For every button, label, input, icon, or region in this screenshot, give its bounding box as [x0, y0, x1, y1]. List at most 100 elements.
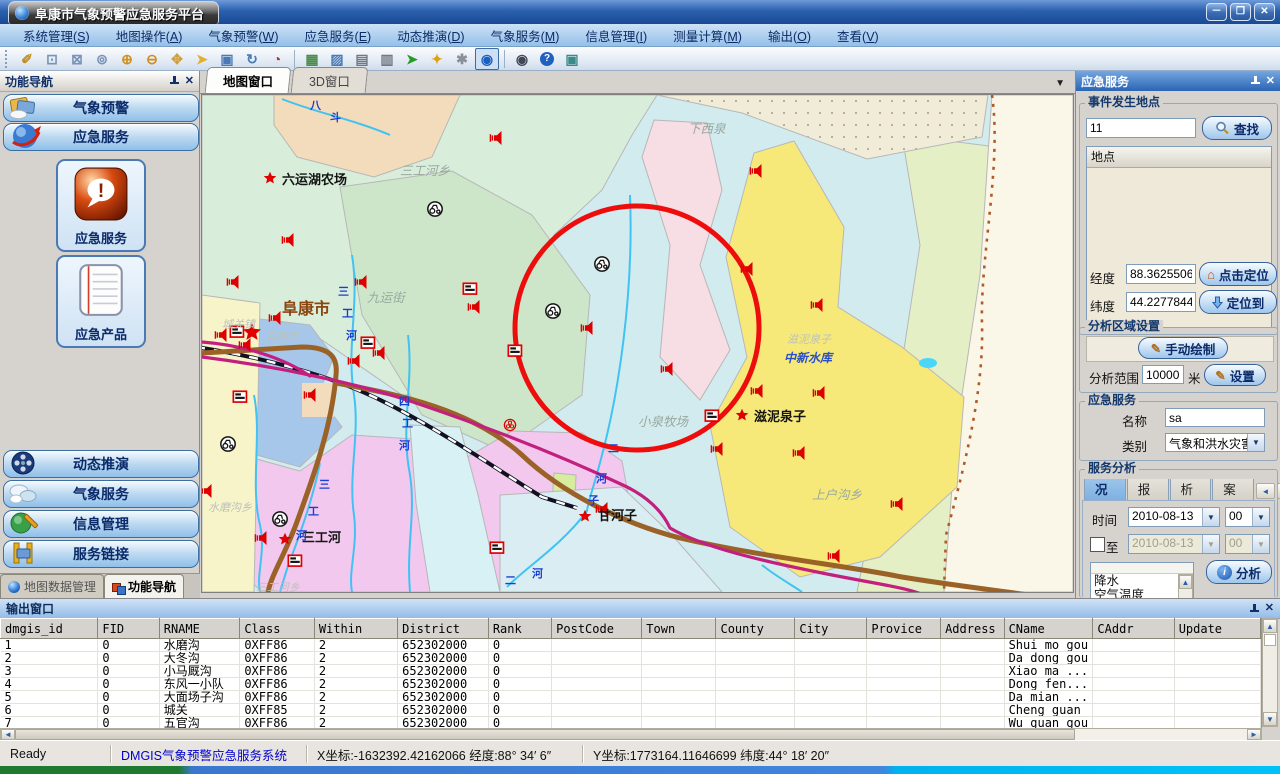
sidebar-item-information-management[interactable]: 信息管理 [3, 510, 199, 538]
select-feature-button[interactable]: ➤ [400, 48, 424, 70]
manual-draw-button[interactable]: ✎ 手动绘制 [1138, 337, 1228, 359]
column-header[interactable]: Address [941, 619, 1005, 639]
close-panel-icon[interactable]: ✕ [185, 76, 194, 87]
to-checkbox[interactable] [1090, 537, 1105, 552]
column-header[interactable]: CName [1004, 619, 1093, 639]
sidebar-item-weather-warning[interactable]: 气象预警 [3, 94, 199, 122]
column-header[interactable]: Rank [488, 619, 551, 639]
column-header[interactable]: City [795, 619, 867, 639]
locate-by-click-button[interactable]: ⌂ 点击定位 [1199, 262, 1277, 286]
place-marker-button[interactable]: ✦ [425, 48, 449, 70]
category-select[interactable]: 气象和洪水灾害 ▼ [1165, 433, 1265, 452]
menu-item[interactable]: 信息管理(I) [572, 24, 660, 47]
analysis-range-input[interactable] [1142, 365, 1184, 384]
scroll-up-icon[interactable]: ▲ [1263, 619, 1277, 633]
to-hour-select[interactable]: 00 ▼ [1225, 534, 1270, 554]
scroll-down-icon[interactable]: ▼ [1263, 712, 1277, 726]
close-panel-icon[interactable]: ✕ [1266, 76, 1275, 87]
help-button[interactable]: ? [535, 48, 559, 70]
table-row[interactable]: 70五官沟0XFF8626523020000Wu guan gou [1, 717, 1261, 729]
menu-item[interactable]: 输出(O) [755, 24, 824, 47]
table-row[interactable]: 40东风一小队0XFF8626523020000Dong fen... [1, 678, 1261, 691]
scroll-left-icon[interactable]: ◄ [1, 729, 15, 740]
menu-item[interactable]: 动态推演(D) [384, 24, 477, 47]
table-row[interactable]: 60城关0XFF8526523020000Cheng guan [1, 704, 1261, 717]
element-list[interactable]: 降水空气温度 ▲ [1090, 562, 1194, 600]
menu-item[interactable]: 地图操作(A) [103, 24, 196, 47]
pin-icon[interactable] [170, 76, 179, 86]
list-scrollbar[interactable]: ▲ [1178, 574, 1193, 600]
menu-item[interactable]: 系统管理(S) [10, 24, 103, 47]
sidebar-item-weather-service[interactable]: 气象服务 [3, 480, 199, 508]
tab-map-data-management[interactable]: 地图数据管理 [0, 574, 104, 598]
globe-tool-button[interactable]: ◉ [475, 48, 499, 70]
dropdown-arrow-icon[interactable]: ▼ [1247, 434, 1264, 451]
pin-icon[interactable] [1250, 604, 1259, 614]
pan-hand-button[interactable]: ✥ [165, 48, 189, 70]
column-header[interactable]: Town [642, 619, 716, 639]
locate-to-button[interactable]: 定位到 [1199, 290, 1277, 314]
service-tab[interactable]: 分析 [1170, 479, 1212, 501]
select-lasso-button[interactable]: ⊠ [65, 48, 89, 70]
output-vertical-scrollbar[interactable]: ▲ ▼ [1262, 618, 1278, 727]
close-panel-icon[interactable]: ✕ [1265, 603, 1274, 614]
hour-select[interactable]: 00 ▼ [1225, 507, 1270, 527]
column-header[interactable]: PostCode [552, 619, 642, 639]
longitude-input[interactable] [1126, 264, 1196, 284]
menu-item[interactable]: 气象预警(W) [195, 24, 291, 47]
scrollbar-thumb[interactable] [15, 729, 1075, 740]
close-button[interactable]: ✕ [1254, 3, 1275, 21]
tab-scroll-left-icon[interactable]: ◄ [1256, 483, 1275, 499]
table-row[interactable]: 10水磨沟0XFF8626523020000Shui mo gou [1, 639, 1261, 652]
set-range-button[interactable]: ✎ 设置 [1204, 364, 1266, 386]
map-window-dropdown-icon[interactable]: ▼ [1055, 78, 1065, 89]
column-header[interactable]: CAddr [1093, 619, 1174, 639]
measure-button[interactable]: ✐ [15, 48, 39, 70]
menu-item[interactable]: 气象服务(M) [478, 24, 573, 47]
event-location-input[interactable] [1086, 118, 1196, 138]
table-row[interactable]: 20大冬沟0XFF8626523020000Da dong gou [1, 652, 1261, 665]
table-row[interactable]: 30小马厩沟0XFF8626523020000Xiao ma ... [1, 665, 1261, 678]
restore-button[interactable]: ❐ [1230, 3, 1251, 21]
shortcut-emergency-service[interactable]: ! 应急服务 [56, 159, 146, 252]
sidebar-item-emergency-service[interactable]: 应急服务 [3, 123, 199, 151]
menu-item[interactable]: 测量计算(M) [660, 24, 755, 47]
scroll-up-icon[interactable]: ▲ [1179, 575, 1192, 589]
select-rect-button[interactable]: ⊡ [40, 48, 64, 70]
column-header[interactable]: dmgis_id [1, 619, 98, 639]
eye-button[interactable]: ◉ [510, 48, 534, 70]
map-canvas[interactable]: 八斗六运湖农场三工河乡下西泉九运街阜康市城关镇阜康市滋泥泉子中新水库滋泥泉子小泉… [201, 94, 1074, 593]
sidebar-item-dynamic-deduction[interactable]: 动态推演 [3, 450, 199, 478]
service-tab[interactable]: 预案 [1212, 479, 1254, 501]
column-header[interactable]: RNAME [159, 619, 240, 639]
scroll-right-icon[interactable]: ► [1247, 729, 1261, 740]
taskbar-strip[interactable] [0, 766, 1280, 774]
minimize-button[interactable]: － [1206, 3, 1227, 21]
export-view-button[interactable]: ▣ [560, 48, 584, 70]
toolbar-grip[interactable] [5, 50, 11, 68]
zoom-in-button[interactable]: ⊕ [115, 48, 139, 70]
pin-icon[interactable] [1251, 76, 1260, 86]
tab-function-navigation[interactable]: 功能导航 [104, 574, 184, 598]
map-tab[interactable]: 地图窗口 [205, 67, 292, 93]
zoom-out-button[interactable]: ⊖ [140, 48, 164, 70]
latitude-input[interactable] [1126, 292, 1196, 312]
menu-item[interactable]: 查看(V) [824, 24, 892, 47]
date-select[interactable]: 2010-08-13 ▼ [1128, 507, 1220, 527]
sidebar-item-service-links[interactable]: 服务链接 [3, 540, 199, 568]
column-header[interactable]: Class [240, 619, 315, 639]
service-tab[interactable]: 预报 [1127, 479, 1169, 501]
column-header[interactable]: FID [98, 619, 159, 639]
service-name-input[interactable] [1165, 408, 1265, 427]
location-list-header[interactable]: 地点 [1087, 147, 1271, 168]
dropdown-arrow-icon[interactable]: ▼ [1202, 508, 1219, 526]
shortcut-emergency-product[interactable]: 应急产品 [56, 255, 146, 348]
column-header[interactable]: Provice [867, 619, 941, 639]
scrollbar-thumb[interactable] [1264, 634, 1276, 646]
menu-item[interactable]: 应急服务(E) [292, 24, 385, 47]
analyze-button[interactable]: i 分析 [1206, 560, 1272, 584]
column-header[interactable]: Within [314, 619, 397, 639]
service-tab[interactable]: 实况 [1084, 479, 1126, 501]
dropdown-arrow-icon[interactable]: ▼ [1252, 508, 1269, 526]
print-map-button[interactable]: ▥ [375, 48, 399, 70]
